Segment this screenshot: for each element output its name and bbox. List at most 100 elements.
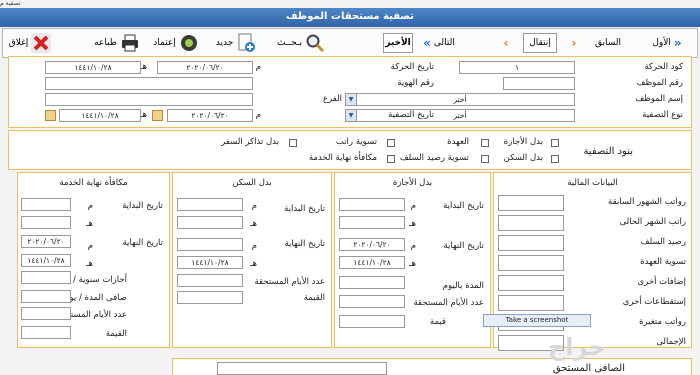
financial-row-label: رواتب متغيرة xyxy=(639,317,686,327)
vacation-end-hijri-field[interactable]: ١٤٤١/١٠/٢٨ xyxy=(339,256,405,269)
employee-no-field[interactable] xyxy=(503,77,575,90)
print-label: طباعه xyxy=(94,38,117,48)
id-no-label: رقم الهوية xyxy=(397,78,434,88)
settlement-date-greg-field[interactable]: ٢٠٢٠/٠٦/٢٠ xyxy=(167,109,253,122)
checkbox-advance-balance[interactable] xyxy=(481,155,489,163)
vacation-value-field[interactable] xyxy=(339,315,405,328)
eos-end-greg-field[interactable]: ٢٠٢٠/٠٦/٢٠ xyxy=(21,235,71,248)
housing-start-label: تاريخ البداية xyxy=(284,204,325,214)
approve-button[interactable]: إعتماد xyxy=(148,31,204,55)
first-button[interactable]: الأول » xyxy=(637,31,697,55)
checkbox-travel-tickets[interactable] xyxy=(289,139,297,147)
vacation-days-field[interactable] xyxy=(339,276,405,289)
housing-end-hijri-suffix: هـ xyxy=(250,259,257,269)
eos-start-greg-suffix: م xyxy=(87,201,93,211)
eos-start-label: تاريخ البداية xyxy=(122,201,163,211)
title-bar: تصفية مستحقات الموظف xyxy=(0,8,700,27)
print-button[interactable]: طباعه xyxy=(89,31,145,55)
eos-start-hijri-field[interactable] xyxy=(21,216,71,229)
housing-due-days-field[interactable] xyxy=(177,274,243,287)
header-form: كود الحركة ١ تاريخ الحركة م ٢٠٢٠/٠٦/٢٠ ه… xyxy=(8,56,692,128)
financial-row-field[interactable] xyxy=(498,275,564,291)
eos-end-greg-suffix: م xyxy=(87,241,93,251)
vacation-end-label: تاريخ النهاية xyxy=(443,241,484,251)
housing-end-greg-suffix: م xyxy=(251,241,257,251)
prev-arrow-icon[interactable]: ‹ xyxy=(499,31,513,55)
net-due-field[interactable] xyxy=(217,362,387,375)
window-corner-text: تصفية م xyxy=(0,0,21,7)
eos-end-label: تاريخ النهاية xyxy=(122,238,163,248)
vacation-due-days-field[interactable] xyxy=(339,295,405,308)
settlement-type-label: نوع التصفية xyxy=(642,110,683,120)
settlement-date-hijri-field[interactable]: ١٤٤١/١٠/٢٨ xyxy=(59,109,141,122)
search-icon xyxy=(305,33,325,53)
last-nav-button[interactable]: « التالى xyxy=(413,31,465,55)
settlement-date-greg-suffix: م xyxy=(255,110,261,120)
housing-value-field[interactable] xyxy=(177,291,243,304)
checkbox-salary-settlement[interactable] xyxy=(387,139,395,147)
eos-start-greg-field[interactable] xyxy=(21,198,71,211)
next-arrow-icon[interactable]: › xyxy=(567,31,581,55)
vacation-start-label: تاريخ البداية xyxy=(443,201,484,211)
financial-row-label: إضافات أخرى xyxy=(637,277,687,287)
last-button[interactable]: الأخير xyxy=(383,33,413,53)
employee-name-label: إسم الموظف xyxy=(635,94,683,104)
housing-start-hijri-suffix: هـ xyxy=(250,219,257,229)
calendar-icon[interactable] xyxy=(45,110,56,121)
prev-button[interactable]: السابق xyxy=(587,31,629,55)
close-button[interactable]: إغلاق xyxy=(7,31,53,55)
move-button[interactable]: إنتقال xyxy=(523,33,557,53)
eos-net-period-field[interactable] xyxy=(21,290,71,303)
financial-row-field[interactable] xyxy=(498,215,564,231)
movement-date-hijri-suffix: هـ xyxy=(140,62,147,72)
movement-code-field[interactable]: ١ xyxy=(459,61,575,74)
eos-annual-leave-field[interactable] xyxy=(21,271,71,284)
end-of-service-section: مكافأة نهاية الخدمة تاريخ البداية م هـ ت… xyxy=(17,172,170,348)
eos-end-hijri-field[interactable]: ١٤٤١/١٠/٢٨ xyxy=(21,254,71,267)
movement-date-greg-field[interactable]: ٢٠٢٠/٠٦/٢٠ xyxy=(157,61,253,74)
calendar-icon[interactable] xyxy=(152,110,163,121)
eos-end-hijri-suffix: هـ xyxy=(86,259,93,269)
checkbox-housing-label: بدل السكن xyxy=(503,153,543,163)
movement-date-hijri-field[interactable]: ١٤٤١/١٠/٢٨ xyxy=(45,61,141,74)
financial-row-field[interactable] xyxy=(498,235,564,251)
eos-due-days-field[interactable] xyxy=(21,307,71,320)
financial-row-label: إستقطاعات أخرى xyxy=(622,297,686,307)
first-label: الأول xyxy=(652,38,671,48)
search-button[interactable]: بـحــث xyxy=(271,31,331,55)
vacation-start-greg-field[interactable] xyxy=(339,198,405,211)
financial-row-field[interactable] xyxy=(498,295,564,311)
vacation-days-label: المدة باليوم xyxy=(442,281,484,291)
checkbox-custody[interactable] xyxy=(481,139,489,147)
financial-row-field[interactable] xyxy=(498,255,564,271)
approve-icon xyxy=(179,33,199,53)
financial-row-field[interactable] xyxy=(498,195,564,211)
branch-label: الفرع xyxy=(322,94,342,104)
housing-title: بدل السكن xyxy=(232,178,272,188)
vacation-end-greg-field[interactable]: ٢٠٢٠/٠٦/٢٠ xyxy=(339,238,405,251)
new-icon xyxy=(236,33,256,53)
eos-value-field[interactable] xyxy=(21,326,71,339)
checkbox-vacation[interactable] xyxy=(551,139,559,147)
id-no-field[interactable] xyxy=(45,77,253,90)
checkbox-housing[interactable] xyxy=(551,155,559,163)
checkbox-travel-tickets-label: بدل تذاكر السفر xyxy=(221,137,279,147)
vacation-value-label: قيمة xyxy=(429,317,446,327)
housing-end-hijri-field[interactable]: ١٤٤١/١٠/٢٨ xyxy=(177,256,243,269)
checkbox-end-of-service[interactable] xyxy=(387,155,395,163)
branch-field[interactable] xyxy=(45,93,253,106)
housing-start-greg-suffix: م xyxy=(251,201,257,211)
employee-name-select[interactable]: ▼ أختر xyxy=(345,93,575,106)
new-button[interactable]: جديد xyxy=(208,31,264,55)
housing-start-hijri-field[interactable] xyxy=(177,216,243,229)
watermark-logo: حراج xyxy=(548,333,606,361)
housing-end-greg-field[interactable] xyxy=(177,238,243,251)
settlement-type-select[interactable]: ▼ أختر xyxy=(345,109,575,122)
vacation-start-hijri-field[interactable] xyxy=(339,216,405,229)
eos-start-hijri-suffix: هـ xyxy=(86,219,93,229)
chevron-down-icon: ▼ xyxy=(346,94,357,105)
double-chevron-left-icon: « xyxy=(423,36,431,50)
housing-start-greg-field[interactable] xyxy=(177,198,243,211)
new-label: جديد xyxy=(215,38,234,48)
settlement-items: بنود التصفية بدل الأجازة العهدة تسوية را… xyxy=(8,130,692,170)
